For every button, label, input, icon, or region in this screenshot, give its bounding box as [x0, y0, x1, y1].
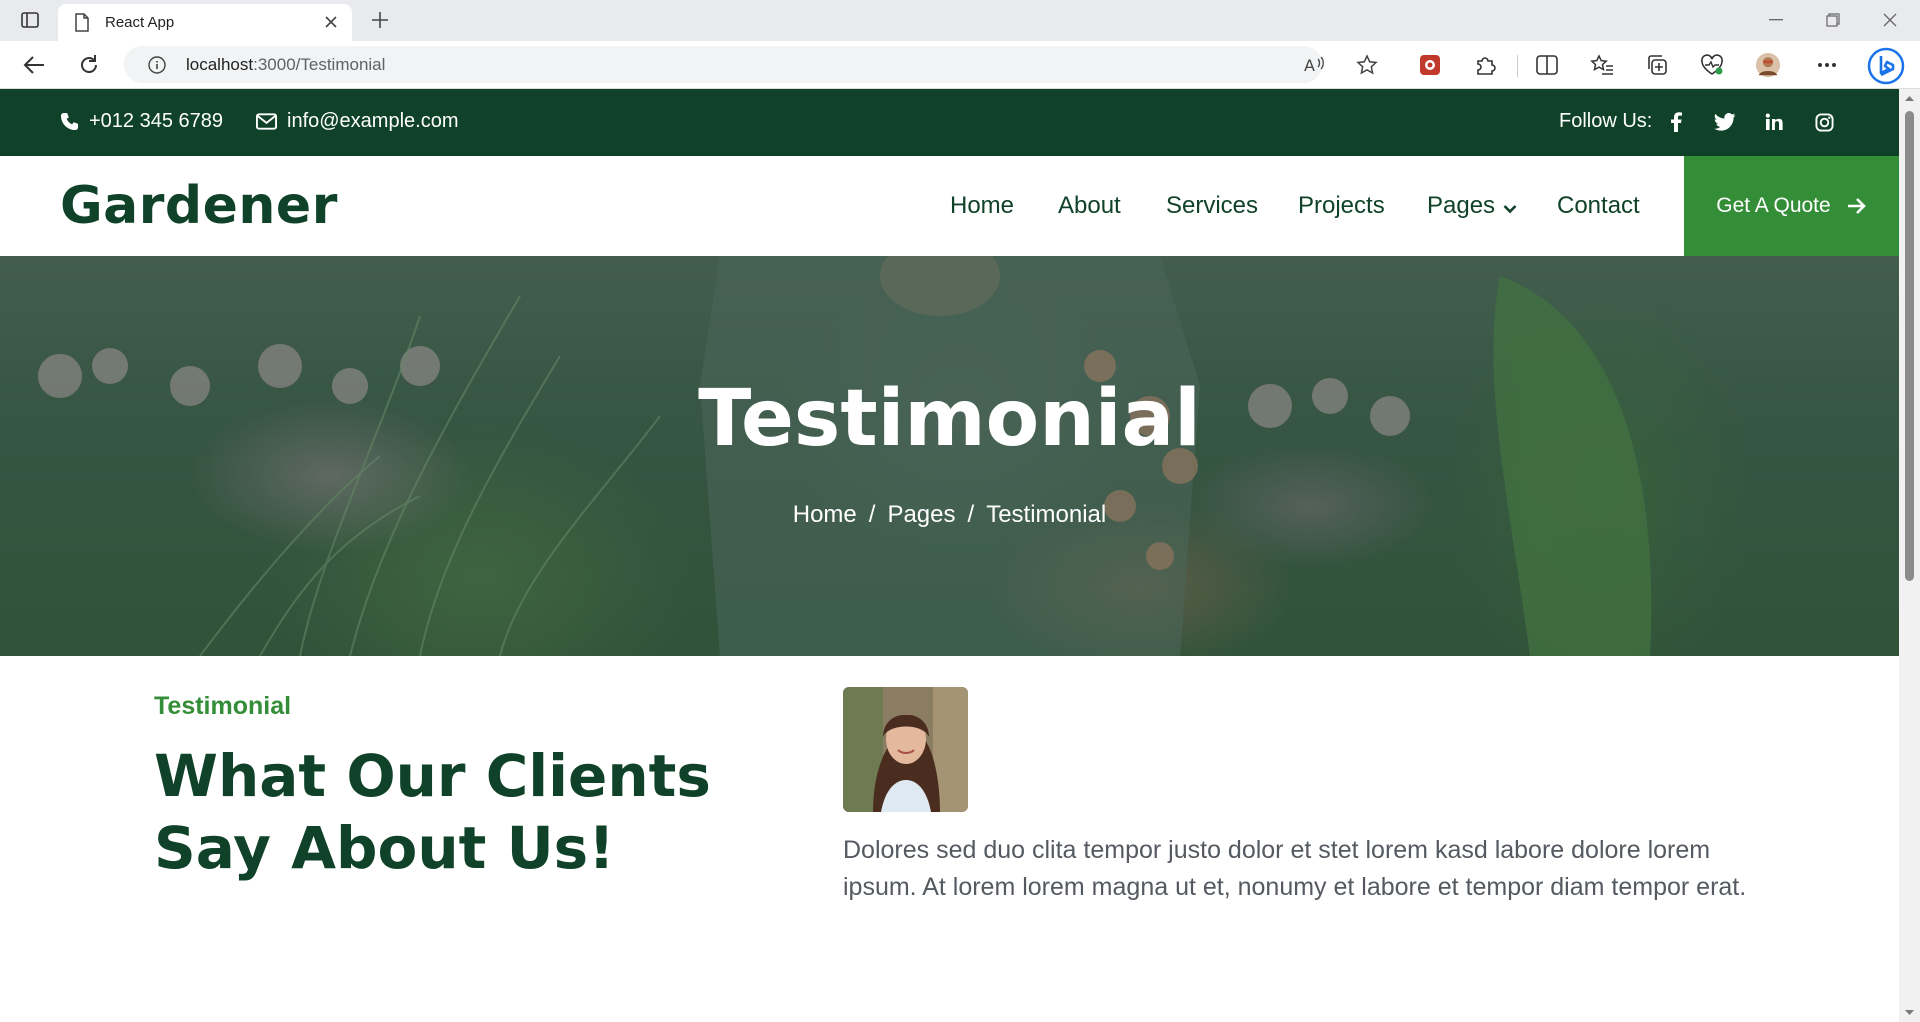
browser-tab-bar: React App [0, 0, 1920, 41]
nav-pages-dropdown[interactable]: Pages [1427, 192, 1517, 221]
back-arrow-icon[interactable] [21, 52, 47, 78]
section-subtitle: Testimonial [154, 692, 292, 720]
breadcrumb: Home / Pages / Testimonial [0, 501, 1899, 529]
browser-toolbar: localhost:3000/Testimonial A [0, 41, 1920, 89]
twitter-icon[interactable] [1712, 109, 1738, 135]
new-tab-icon[interactable] [368, 8, 392, 32]
close-tab-icon[interactable] [322, 13, 340, 31]
close-window-icon[interactable] [1878, 8, 1902, 32]
site-info-icon[interactable] [148, 56, 166, 79]
facebook-icon[interactable] [1663, 109, 1689, 135]
page-title: Testimonial [698, 374, 1201, 464]
nav-about[interactable]: About [1058, 192, 1121, 220]
scroll-down-arrow-icon[interactable] [1904, 1007, 1915, 1018]
collections-icon[interactable] [1644, 52, 1670, 78]
instagram-icon[interactable] [1811, 109, 1837, 135]
tab-title: React App [105, 14, 175, 31]
restore-icon[interactable] [1821, 8, 1845, 32]
scroll-up-arrow-icon[interactable] [1904, 93, 1915, 104]
nav-services[interactable]: Services [1166, 192, 1258, 220]
section-heading: What Our Clients Say About Us! [154, 742, 711, 882]
nav-home[interactable]: Home [950, 192, 1014, 220]
breadcrumb-separator: / [967, 501, 975, 528]
split-screen-icon[interactable] [1534, 52, 1560, 78]
url-text[interactable]: localhost:3000/Testimonial [186, 55, 385, 75]
svg-text:A: A [1304, 56, 1315, 74]
main-navbar: Gardener Home About Services Projects Pa… [0, 156, 1899, 256]
bing-copilot-icon[interactable] [1866, 46, 1906, 86]
favorite-star-icon[interactable] [1356, 54, 1378, 76]
email-address: info@example.com [287, 110, 459, 132]
favorites-list-icon[interactable] [1589, 52, 1615, 78]
page-scrollbar[interactable] [1899, 89, 1920, 1022]
nav-projects[interactable]: Projects [1298, 192, 1385, 220]
extension-red-icon[interactable] [1417, 52, 1443, 78]
extensions-puzzle-icon[interactable] [1472, 52, 1498, 78]
profile-avatar-icon[interactable] [1755, 52, 1781, 78]
read-aloud-icon[interactable]: A [1303, 54, 1325, 76]
breadcrumb-separator: / [868, 501, 876, 528]
address-bar[interactable]: localhost:3000/Testimonial A [124, 46, 1378, 83]
client-avatar [843, 687, 968, 812]
toolbar-divider [1517, 55, 1518, 77]
chevron-down-icon [1503, 193, 1517, 221]
url-host: localhost [186, 55, 254, 74]
envelope-icon [256, 113, 277, 130]
linkedin-icon[interactable] [1761, 109, 1787, 135]
phone-icon [60, 112, 79, 131]
nav-contact[interactable]: Contact [1557, 192, 1640, 220]
browser-tab[interactable]: React App [58, 4, 352, 41]
email-contact[interactable]: info@example.com [256, 110, 458, 133]
top-contact-bar: +012 345 6789 info@example.com Follow Us… [0, 89, 1899, 156]
breadcrumb-home[interactable]: Home [793, 501, 857, 528]
testimonial-quote: Dolores sed duo clita tempor justo dolor… [843, 836, 1747, 901]
follow-us-label: Follow Us: [1559, 110, 1653, 132]
arrow-right-icon [1847, 198, 1866, 214]
minimize-icon[interactable] [1764, 8, 1788, 32]
refresh-icon[interactable] [76, 52, 102, 78]
quote-button-label: Get A Quote [1716, 194, 1831, 217]
phone-number: +012 345 6789 [89, 110, 224, 132]
more-options-icon[interactable] [1814, 52, 1840, 78]
breadcrumb-current: Testimonial [986, 501, 1107, 528]
get-a-quote-button[interactable]: Get A Quote [1684, 156, 1899, 256]
url-path: :3000/Testimonial [253, 55, 386, 74]
page-icon [74, 13, 90, 37]
nav-pages-label: Pages [1427, 192, 1496, 219]
browser-essentials-icon[interactable] [1699, 52, 1725, 78]
site-logo[interactable]: Gardener [60, 176, 338, 236]
scrollbar-thumb[interactable] [1905, 111, 1914, 581]
page-header-hero: Testimonial Home / Pages / Testimonial [0, 256, 1899, 656]
tab-actions-icon[interactable] [18, 10, 42, 30]
breadcrumb-pages[interactable]: Pages [887, 501, 955, 528]
phone-contact[interactable]: +012 345 6789 [60, 110, 223, 133]
